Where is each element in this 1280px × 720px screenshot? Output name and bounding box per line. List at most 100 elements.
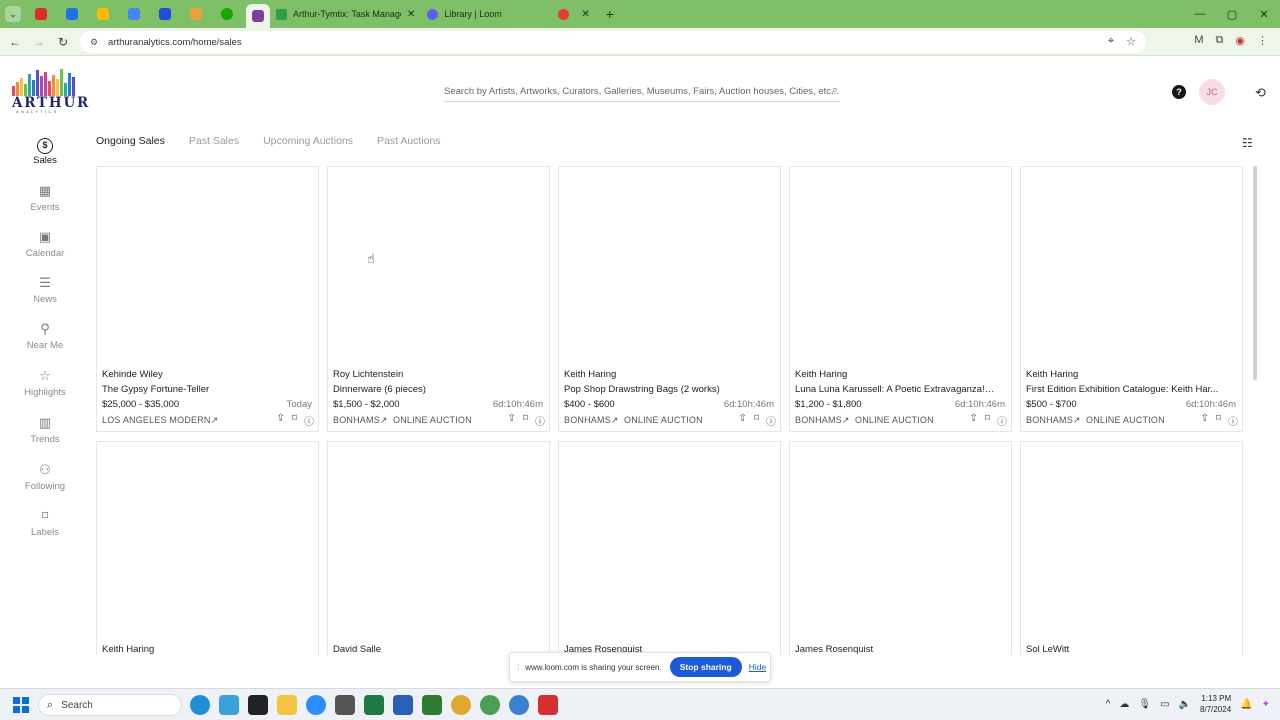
- card-auction-house-link[interactable]: BONHAMS↗: [1026, 415, 1081, 426]
- scrollbar[interactable]: [1253, 166, 1257, 380]
- file-explorer-icon[interactable]: [277, 695, 297, 715]
- chrome-icon[interactable]: [451, 695, 471, 715]
- pinned-tab[interactable]: [153, 4, 177, 24]
- app-green-icon[interactable]: [422, 695, 442, 715]
- address-bar[interactable]: ⚙ arthuranalytics.com/home/sales ⌖ ☆: [80, 31, 1146, 53]
- share-icon[interactable]: ⇪: [276, 413, 284, 428]
- gmail-extension-icon[interactable]: M: [1194, 34, 1203, 47]
- sale-card[interactable]: Keith Haring Pop Shop Drawstring Bags (2…: [558, 166, 781, 432]
- notification-bell-icon[interactable]: 🔔: [1240, 699, 1252, 710]
- card-artist[interactable]: Keith Haring: [564, 369, 616, 380]
- close-tab-icon[interactable]: ✕: [581, 9, 589, 20]
- tag-icon[interactable]: ⌑: [292, 413, 297, 428]
- start-button[interactable]: [13, 697, 29, 713]
- card-artist[interactable]: Keith Haring: [1026, 369, 1078, 380]
- info-icon[interactable]: ⓘ: [766, 413, 776, 428]
- sidebar-item-events[interactable]: ▦ Events: [0, 183, 90, 213]
- browser-tab[interactable]: Library | Loom ✕: [421, 3, 595, 25]
- microphone-icon[interactable]: 🎙: [1138, 699, 1151, 710]
- pinned-tab[interactable]: [29, 4, 53, 24]
- sidebar-item-news[interactable]: ☰ News: [0, 275, 90, 305]
- reload-icon[interactable]: ↻: [51, 35, 75, 49]
- tab-upcoming-auctions[interactable]: Upcoming Auctions: [263, 135, 353, 147]
- stop-sharing-button[interactable]: Stop sharing: [669, 657, 742, 677]
- logout-icon[interactable]: ⟲: [1255, 85, 1266, 101]
- sidebar-item-calendar[interactable]: ▣ Calendar: [0, 229, 90, 259]
- avatar[interactable]: JC: [1199, 79, 1225, 105]
- sidebar-item-labels[interactable]: ⌑ Labels: [0, 508, 90, 538]
- sale-card[interactable]: Keith Haring First Edition Exhibition Ca…: [1020, 166, 1243, 432]
- card-artist[interactable]: Roy Lichtenstein: [333, 369, 403, 380]
- search-input[interactable]: Search by Artists, Artworks, Curators, G…: [444, 86, 839, 97]
- sidebar-item-following[interactable]: ⚇ Following: [0, 462, 90, 492]
- minimize-button[interactable]: —: [1184, 8, 1216, 20]
- card-auction-house-link[interactable]: BONHAMS↗: [564, 415, 619, 426]
- volume-icon[interactable]: 🔈: [1179, 699, 1191, 710]
- card-auction-house-link[interactable]: BONHAMS↗: [795, 415, 850, 426]
- back-icon[interactable]: ←: [3, 35, 27, 49]
- sale-card[interactable]: Keith Haring Luna Luna Karussell: A Poet…: [789, 166, 1012, 432]
- profile-icon[interactable]: ◉: [1235, 34, 1245, 47]
- sidebar-item-sales[interactable]: $ Sales: [0, 136, 90, 166]
- excel-icon[interactable]: [364, 695, 384, 715]
- tag-icon[interactable]: ⌑: [523, 413, 528, 428]
- site-info-icon[interactable]: ⚙: [88, 36, 100, 48]
- filter-icon[interactable]: ☷: [1242, 136, 1253, 150]
- extensions-puzzle-icon[interactable]: ⧉: [1216, 34, 1224, 47]
- card-artist[interactable]: David Salle: [333, 644, 381, 655]
- pinned-tab[interactable]: [91, 4, 115, 24]
- info-icon[interactable]: ⓘ: [997, 413, 1007, 428]
- share-icon[interactable]: ⇪: [507, 413, 515, 428]
- snipping-tool-icon[interactable]: [219, 695, 239, 715]
- tab-ongoing-sales[interactable]: Ongoing Sales: [96, 135, 165, 147]
- pinned-tab-active[interactable]: [246, 4, 270, 28]
- taskbar-clock[interactable]: 1:13 PM 8/7/2024: [1200, 693, 1231, 715]
- url-text[interactable]: arthuranalytics.com/home/sales: [108, 37, 242, 48]
- taskbar-search[interactable]: ⌕ Search: [38, 694, 182, 716]
- card-title[interactable]: Luna Luna Karussell: A Poetic Extravagan…: [795, 384, 995, 395]
- new-tab-button[interactable]: +: [606, 6, 614, 22]
- chrome-profile-2-icon[interactable]: [509, 695, 529, 715]
- tab-search-button[interactable]: ⌄: [5, 6, 21, 22]
- info-icon[interactable]: ⓘ: [535, 413, 545, 428]
- sidebar-item-trends[interactable]: ▥ Trends: [0, 415, 90, 445]
- app-icon[interactable]: [335, 695, 355, 715]
- arthur-logo[interactable]: ARTHUR ANALYTICS: [12, 68, 88, 114]
- drag-handle-icon[interactable]: ⁞: [517, 663, 519, 672]
- app-red-icon[interactable]: [538, 695, 558, 715]
- card-artist[interactable]: Kehinde Wiley: [102, 369, 163, 380]
- chevron-up-icon[interactable]: ^: [1106, 699, 1111, 710]
- card-auction-house-link[interactable]: BONHAMS↗: [333, 415, 388, 426]
- help-icon[interactable]: ?: [1172, 85, 1186, 99]
- tag-icon[interactable]: ⌑: [754, 413, 759, 428]
- card-artist[interactable]: Sol LeWitt: [1026, 644, 1069, 655]
- copilot-icon[interactable]: ✦: [1262, 699, 1270, 710]
- card-title[interactable]: The Gypsy Fortune-Teller: [102, 384, 209, 395]
- card-title[interactable]: Pop Shop Drawstring Bags (2 works): [564, 384, 720, 395]
- pinned-tab[interactable]: [215, 4, 239, 24]
- bookmark-star-icon[interactable]: ☆: [1126, 35, 1136, 48]
- pinned-tab[interactable]: [122, 4, 146, 24]
- card-artist[interactable]: Keith Haring: [102, 644, 154, 655]
- tab-past-auctions[interactable]: Past Auctions: [377, 135, 441, 147]
- sale-card[interactable]: Kehinde Wiley The Gypsy Fortune-Teller $…: [96, 166, 319, 432]
- global-search[interactable]: Search by Artists, Artworks, Curators, G…: [444, 82, 840, 102]
- share-icon[interactable]: ⇪: [969, 413, 977, 428]
- card-artist[interactable]: James Rosenquist: [795, 644, 873, 655]
- hide-button[interactable]: Hide: [749, 662, 766, 672]
- pinned-tab[interactable]: [60, 4, 84, 24]
- search-icon[interactable]: ⌕: [832, 84, 838, 97]
- tag-icon[interactable]: ⌑: [1216, 413, 1221, 428]
- share-icon[interactable]: ⇪: [1200, 413, 1208, 428]
- card-title[interactable]: First Edition Exhibition Catalogue: Keit…: [1026, 384, 1218, 395]
- tag-icon[interactable]: ⌑: [985, 413, 990, 428]
- card-title[interactable]: Dinnerware (6 pieces): [333, 384, 426, 395]
- close-window-button[interactable]: ✕: [1248, 8, 1280, 21]
- info-icon[interactable]: ⓘ: [304, 413, 314, 428]
- location-icon[interactable]: ⌖: [1108, 35, 1114, 48]
- card-auction-house-link[interactable]: LOS ANGELES MODERN↗: [102, 415, 218, 426]
- sale-card[interactable]: Roy Lichtenstein Dinnerware (6 pieces) $…: [327, 166, 550, 432]
- close-tab-icon[interactable]: ✕: [407, 9, 415, 20]
- edge-icon[interactable]: [190, 695, 210, 715]
- sidebar-item-near-me[interactable]: ⚲ Near Me: [0, 321, 90, 351]
